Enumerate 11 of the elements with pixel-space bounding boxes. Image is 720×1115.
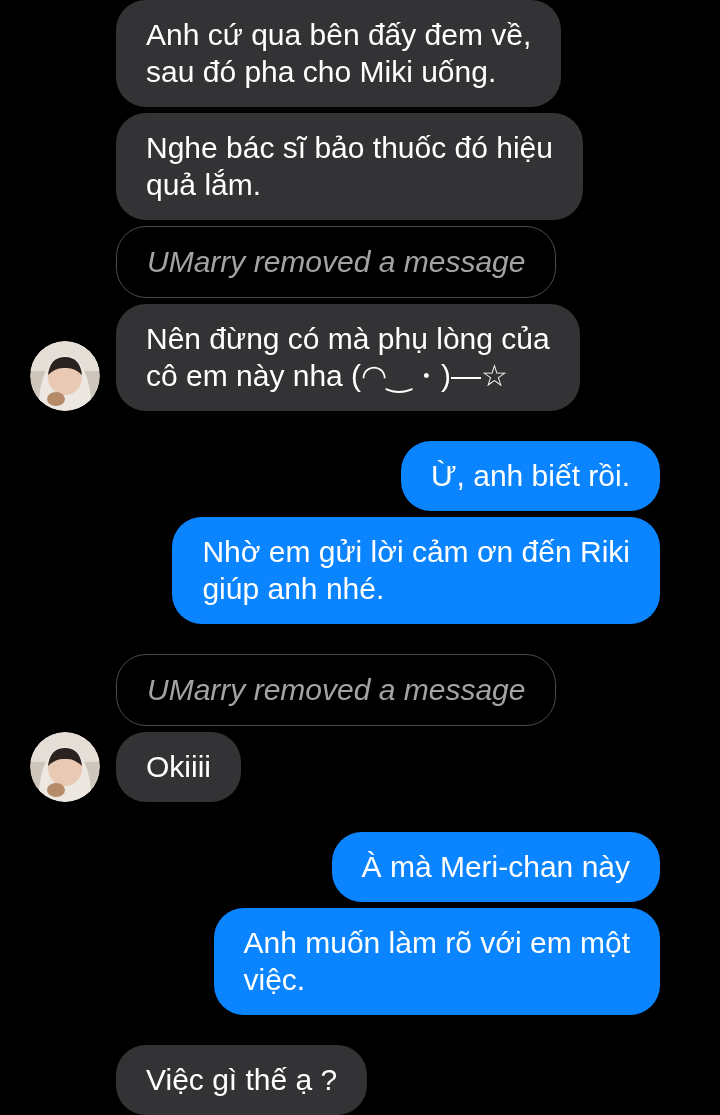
message-bubble: Việc gì thế ạ ? — [116, 1045, 368, 1115]
message-bubble: Nghe bác sĩ bảo thuốc đó hiệu quả lắm. — [116, 113, 583, 220]
message-bubble: Anh cứ qua bên đấy đem về, sau đó pha cho Miki uống. — [116, 0, 562, 107]
removed-message-notice: UMarry removed a message — [116, 226, 557, 298]
message-bubble: Anh muốn làm rõ với em một việc. — [213, 908, 660, 1015]
message-bubble: À mà Meri-chan này — [331, 832, 660, 902]
message-bubble: Nhờ em gửi lời cảm ơn đến Riki giúp anh nhé. — [172, 517, 660, 624]
message-bubble: Ừ, anh biết rồi. — [400, 441, 660, 511]
message-bubble: Okiiii — [116, 732, 241, 802]
message-bubble: Nên đừng có mà phụ lòng của cô em này nha (◠‿・)—☆ — [116, 304, 580, 411]
removed-message-notice: UMarry removed a message — [116, 654, 557, 726]
